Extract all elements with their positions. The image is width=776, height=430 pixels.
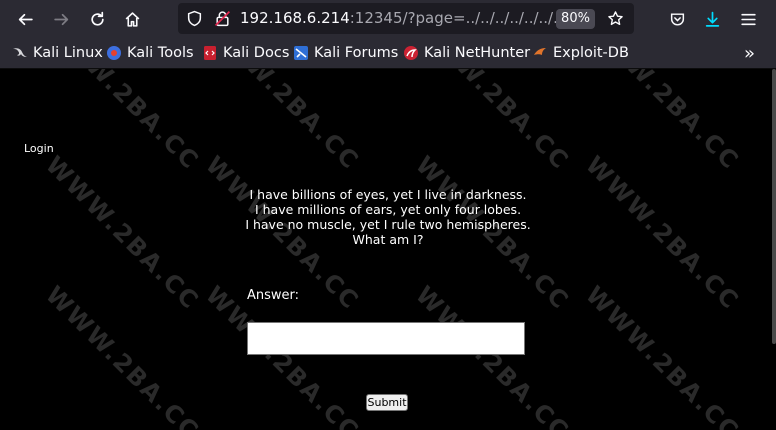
bookmark-kali-linux[interactable]: Kali Linux [12,43,103,63]
bookmark-label: Kali Docs [223,45,290,61]
riddle-line: I have millions of ears, yet only four l… [254,202,522,217]
bookmark-label: Kali Tools [127,45,194,61]
zoom-level-badge[interactable]: 80% [556,9,595,29]
insecure-lock-icon[interactable] [214,10,231,27]
reload-icon [90,11,104,26]
url-host: 192.168.6.214 [240,9,350,27]
submit-button[interactable]: Submit [366,394,408,411]
bookmark-label: Exploit-DB [553,45,629,61]
riddle-line: I have billions of eyes, yet I live in d… [249,187,527,202]
url-text[interactable]: 192.168.6.214:12345/?page=../../../../..… [240,9,565,28]
pocket-icon [670,12,684,26]
answer-label: Answer: [247,288,300,303]
login-link[interactable]: Login [24,142,54,155]
bookmarks-toolbar: Kali Linux Kali Tools Kali Docs Kali For… [0,38,776,69]
arrow-right-icon [53,13,68,25]
bookmark-star-icon[interactable] [607,10,624,27]
url-path: :12345/?page=../../../../../../../.. [349,9,565,27]
bookmark-kali-nethunter[interactable]: Kali NetHunter [403,43,530,63]
downloads-button[interactable] [697,4,727,34]
answer-input[interactable] [247,322,525,355]
nethunter-icon [404,46,418,60]
back-button[interactable] [10,4,40,34]
page-scrollbar[interactable] [772,69,776,344]
bookmark-kali-tools[interactable]: Kali Tools [106,43,194,63]
hamburger-menu-icon [740,13,756,25]
address-bar[interactable]: 192.168.6.214:12345/?page=../../../../..… [178,3,634,34]
kali-forums-icon [294,46,308,60]
bookmark-kali-forums[interactable]: Kali Forums [293,43,398,63]
riddle-line: I have no muscle, yet I rule two hemisph… [245,217,531,232]
pocket-button[interactable] [662,4,692,34]
chevron-double-right-icon: » [744,42,756,64]
arrow-left-icon [18,13,33,25]
forward-button[interactable] [46,4,76,34]
kali-tools-icon [107,46,121,60]
bookmark-label: Kali Linux [33,45,103,61]
kali-dragon-icon [13,48,27,57]
bookmark-kali-docs[interactable]: Kali Docs [202,43,289,63]
browser-toolbar: 192.168.6.214:12345/?page=../../../../..… [0,0,776,38]
home-button[interactable] [117,4,147,34]
exploit-db-icon [534,48,546,55]
bookmark-label: Kali NetHunter [424,45,531,61]
riddle-question: What am I? [352,232,424,247]
bookmark-label: Kali Forums [314,45,399,61]
web-page: WWW.2BA.CC WWW.2BA.CC WWW.2BA.CC WWW.2BA… [0,69,776,430]
bookmark-exploit-db[interactable]: Exploit-DB [532,43,629,63]
kali-docs-icon [204,46,216,60]
download-icon [705,11,719,27]
reload-button[interactable] [82,4,112,34]
menu-button[interactable] [733,4,763,34]
shield-icon[interactable] [186,10,203,27]
riddle-text: I have billions of eyes, yet I live in d… [188,187,588,247]
bookmarks-overflow-button[interactable]: » [744,42,756,64]
home-icon [125,11,139,27]
